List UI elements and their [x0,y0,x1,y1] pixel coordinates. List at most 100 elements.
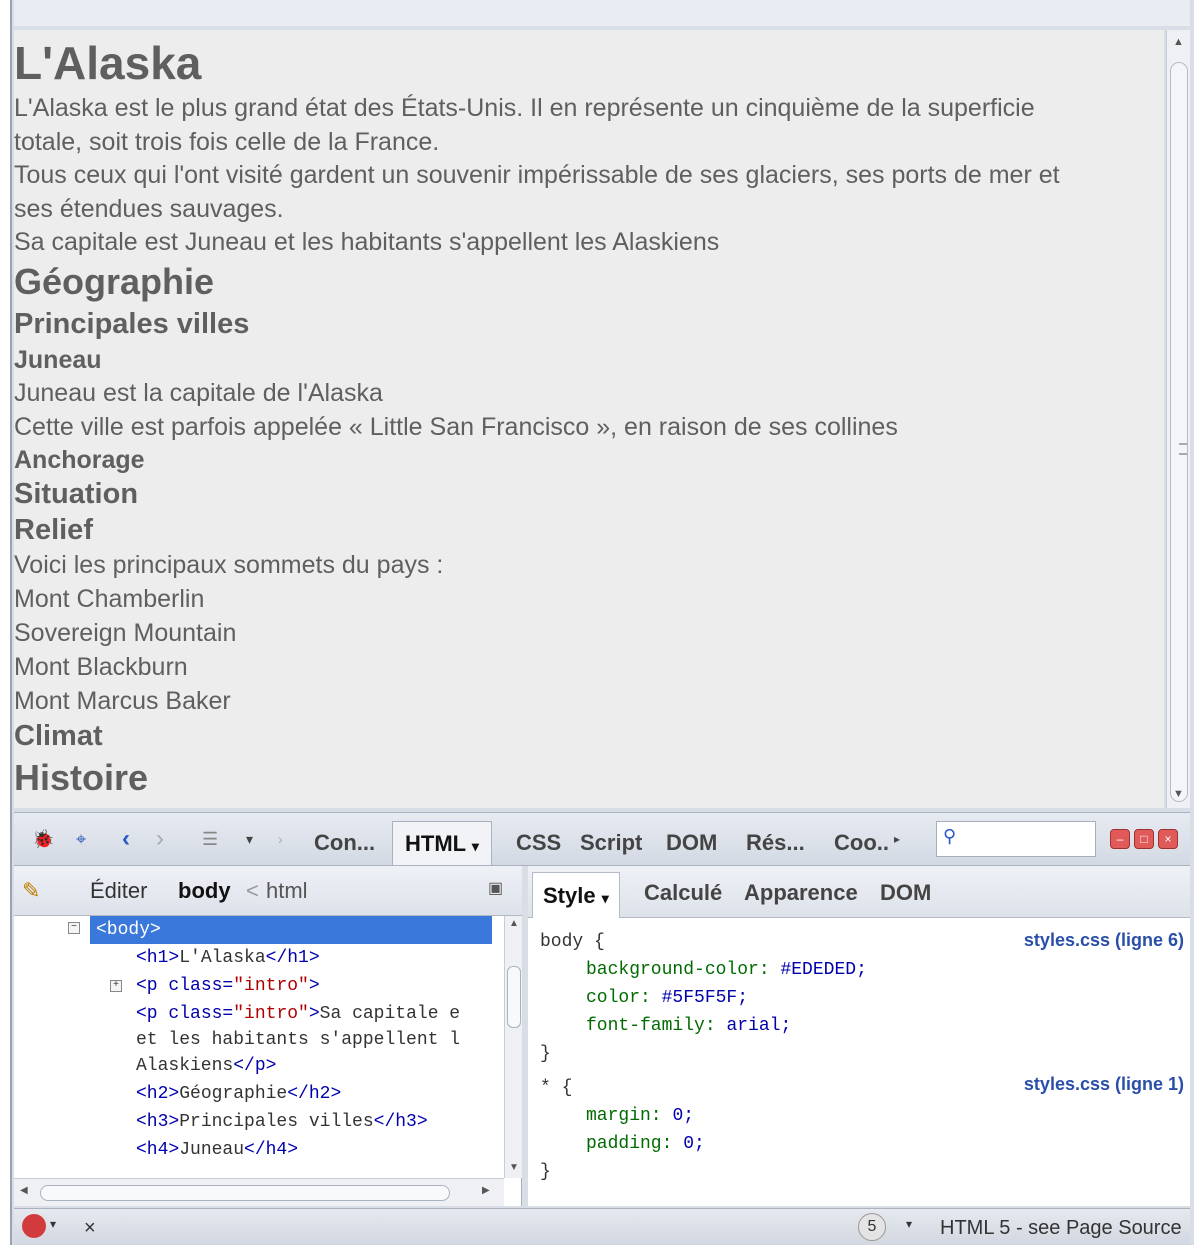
scroll-thumb[interactable] [1170,62,1188,802]
css-property[interactable]: background-color: #EDEDED; [586,956,867,984]
html-panel: ✎ Éditer body < html ▣ − <body> <h1>L'Al… [14,866,522,1206]
tree-node-p-intro[interactable]: <p class="intro"> [136,974,320,999]
tree-text: et les habitants s'appellent l [136,1030,461,1050]
breadcrumb-body[interactable]: body [178,878,231,904]
scroll-up-arrow-icon[interactable]: ▲ [509,918,519,929]
rule-source-link[interactable]: styles.css (ligne 6) [1024,930,1184,951]
tab-css[interactable]: CSS [516,821,561,865]
css-property[interactable]: font-family: arial; [586,1012,791,1040]
tab-dom[interactable]: DOM [880,880,931,906]
search-icon: ⚲ [943,826,957,846]
heading-principales-villes: Principales villes [14,307,250,340]
chevron-down-icon: ▾ [471,838,479,854]
inspect-icon[interactable]: ⌖ [76,827,86,851]
page-title: L'Alaska [14,37,202,89]
rule-selector: body { [540,932,605,952]
rule-close: } [540,1162,551,1182]
dropdown-icon[interactable]: ▾ [246,827,253,851]
more-tabs-icon[interactable]: › [278,827,283,851]
breadcrumb-html[interactable]: html [266,878,308,904]
tab-overflow-icon[interactable]: ▸ [894,827,900,851]
doctype-link[interactable]: HTML 5 - see Page Source [940,1217,1182,1240]
tree-vertical-scrollbar[interactable]: ▲ ▼ [504,916,522,1178]
intro-line: ses étendues sauvages. [14,194,284,223]
firebug-status-icon[interactable] [22,1214,46,1238]
bookmarks-bar [14,0,1190,26]
scroll-down-arrow-icon[interactable]: ▼ [1173,788,1184,800]
scroll-left-arrow-icon[interactable]: ◀ [20,1185,28,1196]
rule-selector: * { [540,1078,573,1098]
close-icon[interactable]: × [1158,829,1178,849]
expand-icon[interactable]: + [110,980,122,992]
tab-reseau[interactable]: Rés... [746,821,805,865]
sommet-item: Mont Blackburn [14,652,188,681]
scroll-down-arrow-icon[interactable]: ▼ [509,1162,519,1173]
sommet-item: Mont Chamberlin [14,584,205,613]
tab-html[interactable]: HTML ▾ [392,821,492,865]
tree-node-h3[interactable]: <h3>Principales villes</h3> [136,1110,428,1135]
breadcrumb-separator: < [246,878,259,903]
back-arrow-icon[interactable]: ‹ [122,825,130,852]
panel-toggle-icon[interactable]: ▣ [488,878,503,898]
sommet-item: Mont Marcus Baker [14,686,231,715]
heading-juneau: Juneau [14,345,102,374]
intro-line: totale, soit trois fois celle de la Fran… [14,127,440,156]
minimize-icon[interactable]: – [1110,829,1130,849]
scroll-up-arrow-icon[interactable]: ▲ [1173,36,1184,48]
page-scrollbar[interactable]: ▲ ▼ [1166,30,1190,808]
heading-geographie: Géographie [14,260,215,302]
count-badge[interactable]: 5 [858,1213,886,1241]
scroll-right-arrow-icon[interactable]: ▶ [482,1185,490,1196]
heading-histoire: Histoire [14,756,149,798]
tab-style[interactable]: Style ▾ [532,872,620,918]
sommet-item: Sovereign Mountain [14,618,237,647]
tree-node-h1[interactable]: <h1>L'Alaska</h1> [136,946,320,971]
tab-script[interactable]: Script [580,821,642,865]
tree-hscroll-thumb[interactable] [40,1185,450,1201]
intro-line: Tous ceux qui l'ont visité gardent un so… [14,161,1060,189]
css-property[interactable]: padding: 0; [586,1130,705,1158]
search-input[interactable] [967,822,1087,854]
style-panel-tabs: Style ▾ Calculé Apparence DOM [528,866,1190,918]
collapse-icon[interactable]: − [68,922,80,934]
tab-apparence[interactable]: Apparence [744,880,858,906]
edit-button[interactable]: Éditer [90,878,147,904]
tree-node-h2[interactable]: <h2>Géographie</h2> [136,1082,341,1107]
status-bar: ▾ × 5 ▾ HTML 5 - see Page Source [14,1208,1190,1245]
heading-relief: Relief [14,513,93,546]
tree-node-body[interactable]: <body> [90,916,492,944]
list-icon[interactable]: ☰ [202,827,218,851]
heading-anchorage: Anchorage [14,445,145,474]
page-viewport: L'Alaska L'Alaska est le plus grand état… [14,30,1164,808]
forward-arrow-icon[interactable]: › [156,825,164,852]
firebug-toolbar: 🐞 ⌖ ‹ › ☰ ▾ › Con... HTML ▾ CSS Script D… [14,812,1190,866]
css-rules: body { styles.css (ligne 6) background-c… [528,918,1190,1206]
tree-horizontal-scrollbar[interactable]: ◀ ▶ [14,1178,504,1206]
style-panel: Style ▾ Calculé Apparence DOM body { sty… [528,866,1190,1206]
relief-intro: Voici les principaux sommets du pays : [14,550,444,579]
juneau-paragraph: Cette ville est parfois appelée « Little… [14,412,898,441]
rule-close: } [540,1044,551,1064]
firebug-search[interactable]: ⚲ [936,821,1096,857]
tree-scroll-thumb[interactable] [507,966,521,1028]
tree-node-p-intro-2[interactable]: <p class="intro">Sa capitale e [136,1002,460,1027]
tree-node-h4[interactable]: <h4>Juneau</h4> [136,1138,298,1163]
firebug-bug-icon[interactable]: 🐞 [32,827,54,851]
chevron-down-icon: ▾ [601,890,609,906]
edit-icon[interactable]: ✎ [22,878,40,904]
tab-calcule[interactable]: Calculé [644,880,722,906]
css-property[interactable]: margin: 0; [586,1102,694,1130]
intro-line: Sa capitale est Juneau et les habitants … [14,228,720,256]
chevron-down-icon[interactable]: ▾ [906,1217,912,1231]
heading-situation: Situation [14,477,139,510]
tab-dom[interactable]: DOM [666,821,717,865]
juneau-paragraph: Juneau est la capitale de l'Alaska [14,378,383,407]
rule-source-link[interactable]: styles.css (ligne 1) [1024,1074,1184,1095]
detach-icon[interactable]: □ [1134,829,1154,849]
css-property[interactable]: color: #5F5F5F; [586,984,748,1012]
close-icon[interactable]: × [84,1217,96,1240]
tree-text: Alaskiens</p> [136,1056,277,1076]
tab-cookies[interactable]: Coo.. [834,821,889,865]
status-dropdown-icon[interactable]: ▾ [50,1217,56,1231]
tab-console[interactable]: Con... [314,821,375,865]
